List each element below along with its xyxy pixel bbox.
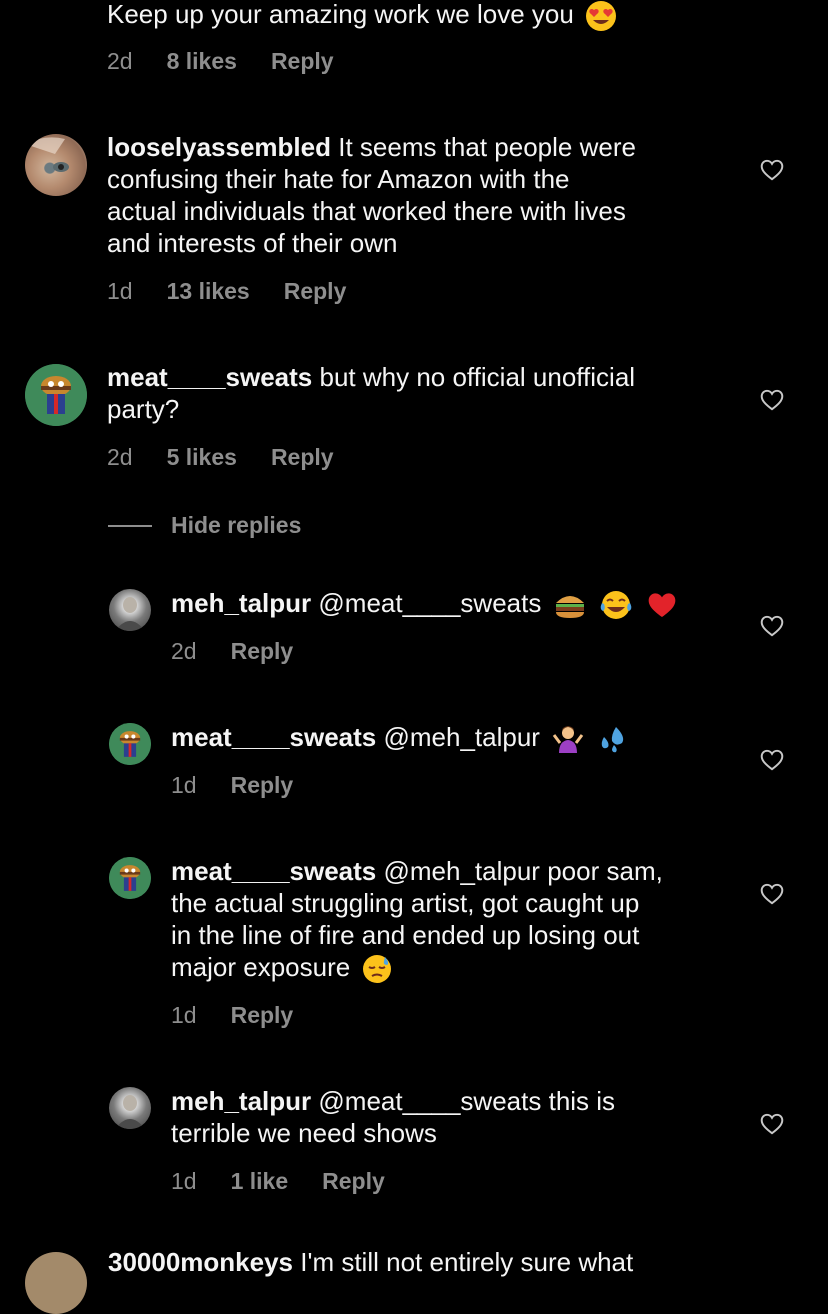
- timestamp: 1d: [107, 278, 133, 304]
- hide-replies-label: Hide replies: [171, 512, 302, 538]
- red-heart-emoji-icon: [648, 593, 676, 618]
- tears-of-joy-emoji-icon: [600, 591, 632, 620]
- mention[interactable]: @meh_talpur: [384, 856, 540, 886]
- burger-character-avatar-icon: [109, 723, 151, 765]
- reply-text: meh_talpur @meat____sweats: [171, 587, 781, 621]
- avatar-photo-icon: [115, 1095, 145, 1129]
- burger-character-avatar-icon: [109, 857, 151, 899]
- avatar[interactable]: [109, 723, 151, 765]
- mention[interactable]: @meat____sweats: [318, 588, 541, 618]
- reply-button[interactable]: Reply: [271, 48, 334, 75]
- divider: [108, 524, 152, 527]
- reply-meta: 1d Reply: [171, 772, 293, 799]
- reply-button[interactable]: Reply: [231, 638, 294, 665]
- comment-text: looselyassembled It seems that people we…: [107, 132, 636, 258]
- avatar[interactable]: [25, 364, 87, 426]
- mention[interactable]: @meh_talpur: [384, 722, 540, 752]
- heart-outline-icon[interactable]: [759, 747, 785, 773]
- heart-outline-icon[interactable]: [759, 387, 785, 413]
- heart-outline-icon[interactable]: [759, 613, 785, 639]
- reply-meta: 1d 1 like Reply: [171, 1168, 385, 1195]
- timestamp: 1d: [171, 1168, 197, 1194]
- timestamp: 1d: [171, 772, 197, 798]
- burger-character-avatar-icon: [25, 364, 87, 426]
- burger-emoji-icon: [555, 596, 584, 619]
- reply-text: meat____sweats @meh_talpur: [171, 721, 781, 755]
- mention[interactable]: @meat____sweats: [318, 1086, 541, 1116]
- downcast-sweat-emoji-icon: [363, 955, 392, 984]
- reply-meta: 2d Reply: [171, 638, 293, 665]
- timestamp: 2d: [171, 638, 197, 664]
- avatar[interactable]: [25, 134, 87, 196]
- reply-text: meat____sweats @meh_talpur poor sam, the…: [171, 855, 781, 985]
- comment-username[interactable]: meat____sweats: [107, 362, 312, 392]
- reply-button[interactable]: Reply: [231, 1002, 294, 1029]
- comment-meta: 1d 13 likes Reply: [107, 278, 346, 305]
- comment-meta: 2d 8 likes Reply: [107, 48, 334, 75]
- reply-username[interactable]: meh_talpur: [171, 1086, 311, 1116]
- avatar-photo-icon: [115, 597, 145, 631]
- reply-button[interactable]: Reply: [271, 444, 334, 471]
- avatar[interactable]: [25, 1252, 87, 1314]
- reply-username[interactable]: meh_talpur: [171, 588, 311, 618]
- heart-eyes-emoji-icon: [586, 1, 617, 32]
- reply-username[interactable]: meat____sweats: [171, 856, 376, 886]
- comment-meta: 2d 5 likes Reply: [107, 444, 334, 471]
- partial-comment-text: 30000monkeys I'm still not entirely sure…: [108, 1247, 634, 1277]
- timestamp: 2d: [107, 48, 133, 74]
- avatar[interactable]: [109, 589, 151, 631]
- avatar-photo-icon: [25, 137, 69, 172]
- heart-outline-icon[interactable]: [759, 157, 785, 183]
- comment-text: meat____sweats but why no official unoff…: [107, 362, 636, 424]
- reply-text: meh_talpur @meat____sweats this is terri…: [171, 1086, 616, 1148]
- heart-outline-icon[interactable]: [759, 881, 785, 907]
- reply-button[interactable]: Reply: [231, 772, 294, 799]
- comment-username[interactable]: looselyassembled: [107, 132, 331, 162]
- avatar[interactable]: [109, 857, 151, 899]
- comment-username[interactable]: 30000monkeys: [108, 1247, 293, 1277]
- reply-button[interactable]: Reply: [322, 1168, 385, 1195]
- reply-username[interactable]: meat____sweats: [171, 722, 376, 752]
- likes-count[interactable]: 5 likes: [167, 444, 237, 471]
- heart-outline-icon[interactable]: [759, 1111, 785, 1137]
- reply-meta: 1d Reply: [171, 1002, 293, 1029]
- likes-count[interactable]: 13 likes: [167, 278, 250, 305]
- avatar[interactable]: [109, 1087, 151, 1129]
- timestamp: 2d: [107, 444, 133, 470]
- person-shrugging-emoji-icon: [553, 726, 584, 754]
- hide-replies-button[interactable]: Hide replies: [108, 512, 301, 539]
- timestamp: 1d: [171, 1002, 197, 1028]
- likes-count[interactable]: 1 like: [231, 1168, 289, 1195]
- comment-text: Keep up your amazing work we love you: [107, 0, 717, 32]
- reply-button[interactable]: Reply: [284, 278, 347, 305]
- likes-count[interactable]: 8 likes: [167, 48, 237, 75]
- sweat-droplets-emoji-icon: [602, 727, 624, 753]
